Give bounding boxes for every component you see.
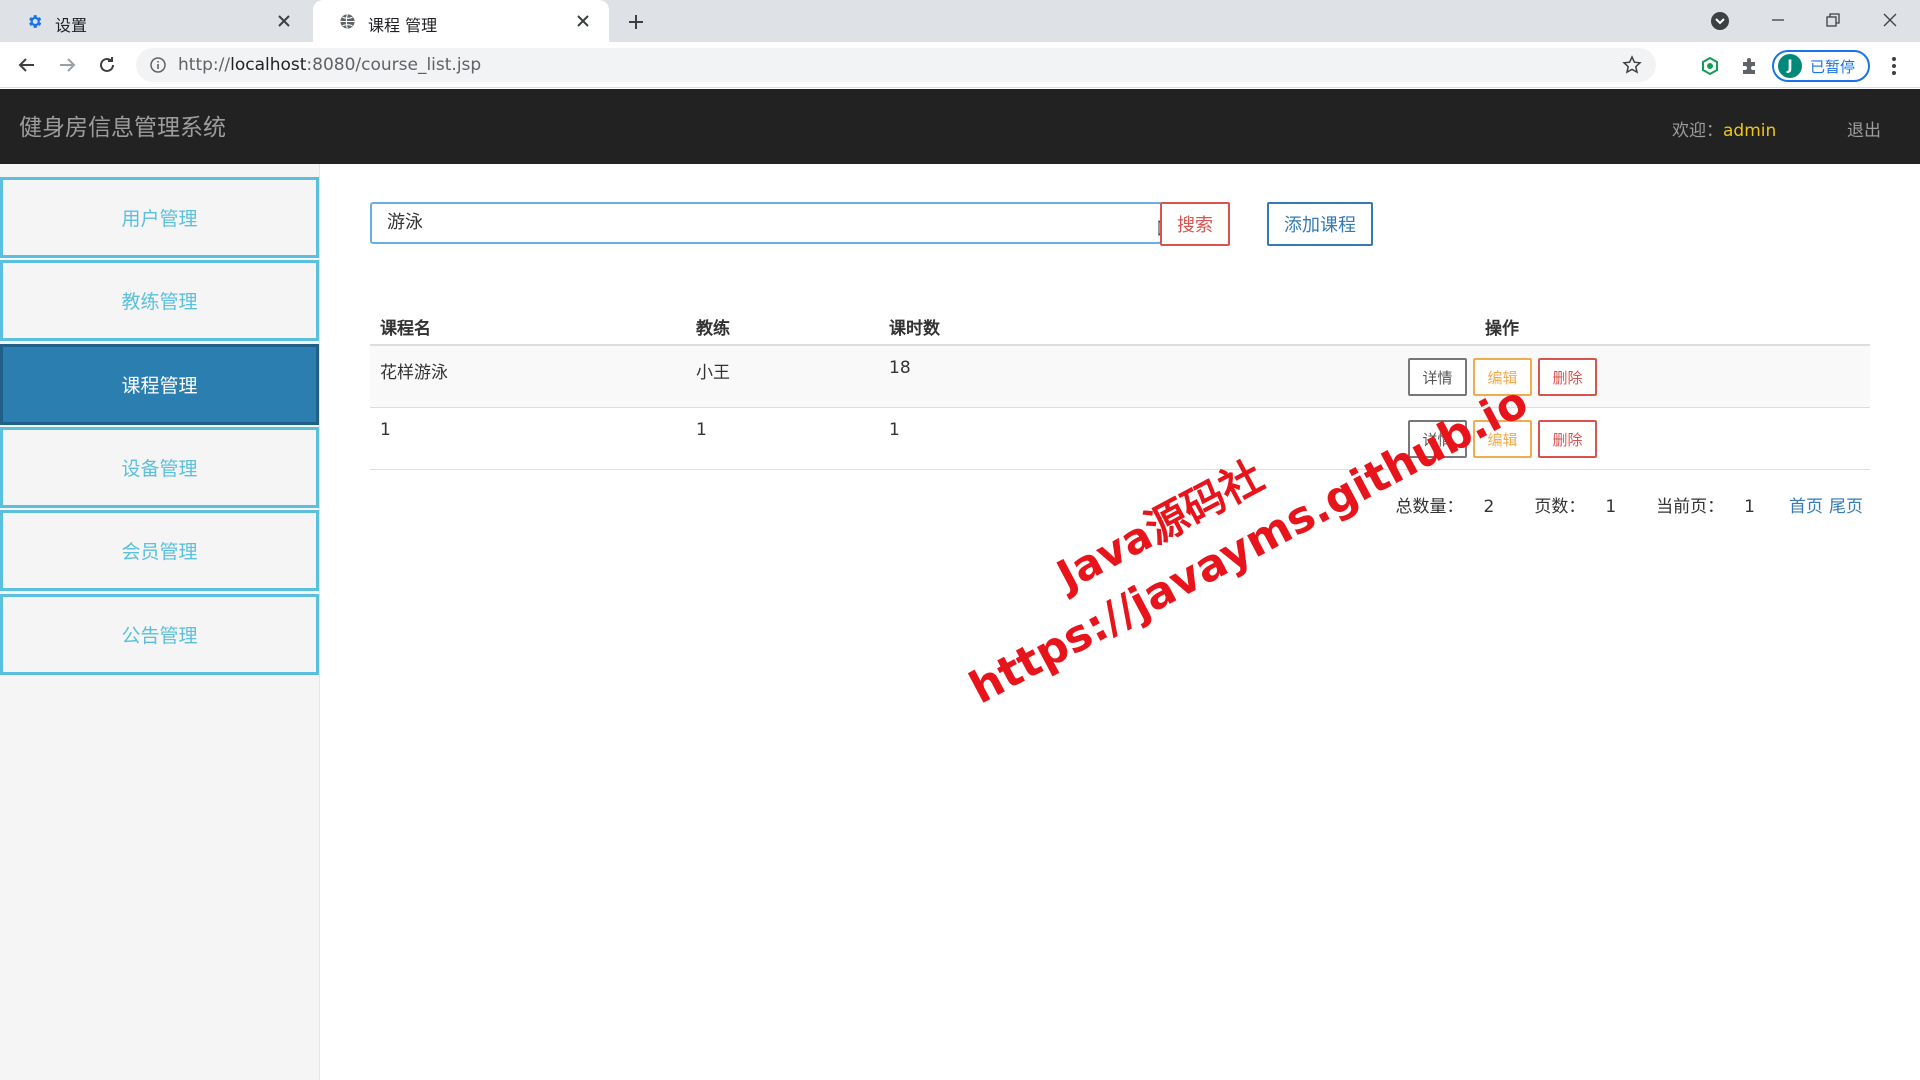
new-tab-button[interactable] xyxy=(622,8,650,36)
add-course-button[interactable]: 添加课程 xyxy=(1267,202,1373,246)
column-header-hours: 课时数 xyxy=(889,319,940,339)
course-table: 课程名 教练 课时数 操作 花样游泳 小王 18 详情 编辑 删除 1 1 1 … xyxy=(370,304,1870,470)
reload-icon xyxy=(100,57,114,72)
cell-hours: 1 xyxy=(889,420,900,440)
last-page-link[interactable]: 尾页 xyxy=(1829,492,1863,517)
bookmark-star-icon[interactable] xyxy=(1622,55,1642,75)
sidebar-item-coaches[interactable]: 教练管理 xyxy=(0,260,319,341)
cell-course-name: 1 xyxy=(380,420,391,440)
first-page-link[interactable]: 首页 xyxy=(1789,492,1823,517)
arrow-right-icon xyxy=(60,58,76,72)
tab-search-icon[interactable] xyxy=(1710,11,1730,31)
profile-button[interactable]: J 已暂停 xyxy=(1772,50,1870,82)
sidebar-item-equipment[interactable]: 设备管理 xyxy=(0,427,319,508)
browser-menu-button[interactable] xyxy=(1882,54,1906,78)
cell-coach: 小王 xyxy=(696,363,730,383)
column-header-name: 课程名 xyxy=(380,319,431,339)
tab-course-management[interactable]: 课程 管理 xyxy=(313,0,609,42)
username: admin xyxy=(1723,121,1777,141)
tab-title: 设置 xyxy=(55,16,88,35)
profile-status: 已暂停 xyxy=(1810,57,1856,76)
table-row: 花样游泳 小王 18 详情 编辑 删除 xyxy=(370,346,1870,408)
cell-coach: 1 xyxy=(696,420,707,440)
close-icon[interactable] xyxy=(571,9,595,33)
forward-button[interactable] xyxy=(53,51,81,79)
app-brand[interactable]: 健身房信息管理系统 xyxy=(19,108,226,142)
browser-tab-strip: 设置 课程 管理 xyxy=(0,0,1920,42)
plus-icon xyxy=(629,15,643,29)
avatar: J xyxy=(1778,54,1802,78)
welcome-text: 欢迎：admin xyxy=(1672,121,1777,141)
minimize-button[interactable] xyxy=(1758,4,1798,36)
sidebar-item-members[interactable]: 会员管理 xyxy=(0,510,319,591)
logout-link[interactable]: 退出 xyxy=(1847,116,1881,141)
delete-button[interactable]: 删除 xyxy=(1538,358,1597,396)
info-icon[interactable] xyxy=(150,57,166,73)
puzzle-icon[interactable] xyxy=(1738,55,1760,77)
current-page: 当前页： 1 xyxy=(1656,497,1755,517)
arrow-left-icon xyxy=(18,58,34,72)
sidebar-item-courses[interactable]: 课程管理 xyxy=(0,344,319,425)
column-header-coach: 教练 xyxy=(696,319,730,339)
search-button[interactable]: 搜索 xyxy=(1160,202,1230,246)
sidebar-item-users[interactable]: 用户管理 xyxy=(0,177,319,258)
cell-course-name: 花样游泳 xyxy=(380,363,448,383)
browser-toolbar: http://localhost:8080/course_list.jsp J … xyxy=(0,42,1920,88)
close-icon[interactable] xyxy=(272,9,296,33)
url-text: http://localhost:8080/course_list.jsp xyxy=(178,55,482,75)
table-header: 课程名 教练 课时数 操作 xyxy=(370,304,1870,346)
page-count: 页数： 1 xyxy=(1534,497,1617,517)
app-header: 健身房信息管理系统 欢迎：admin 退出 xyxy=(0,89,1920,164)
sidebar: 用户管理 教练管理 课程管理 设备管理 会员管理 公告管理 xyxy=(0,164,320,1080)
address-bar[interactable]: http://localhost:8080/course_list.jsp xyxy=(136,48,1656,82)
sidebar-item-notices[interactable]: 公告管理 xyxy=(0,594,319,675)
globe-icon xyxy=(340,14,355,29)
table-row: 1 1 1 详情 编辑 删除 xyxy=(370,408,1870,470)
close-window-button[interactable] xyxy=(1870,4,1910,36)
more-vert-icon xyxy=(1892,57,1896,75)
pagination: 总数量： 2 页数： 1 当前页： 1 首页 尾页 xyxy=(1356,492,1863,517)
gear-icon xyxy=(29,15,42,28)
tab-title: 课程 管理 xyxy=(368,16,438,35)
back-button[interactable] xyxy=(13,51,41,79)
tab-settings[interactable]: 设置 xyxy=(0,0,310,42)
cell-hours: 18 xyxy=(889,358,911,378)
extension-icon[interactable] xyxy=(1699,55,1721,77)
reload-button[interactable] xyxy=(93,51,121,79)
search-input[interactable]: 游泳 xyxy=(370,202,1162,244)
restore-button[interactable] xyxy=(1813,4,1853,36)
delete-button[interactable]: 删除 xyxy=(1538,420,1597,458)
